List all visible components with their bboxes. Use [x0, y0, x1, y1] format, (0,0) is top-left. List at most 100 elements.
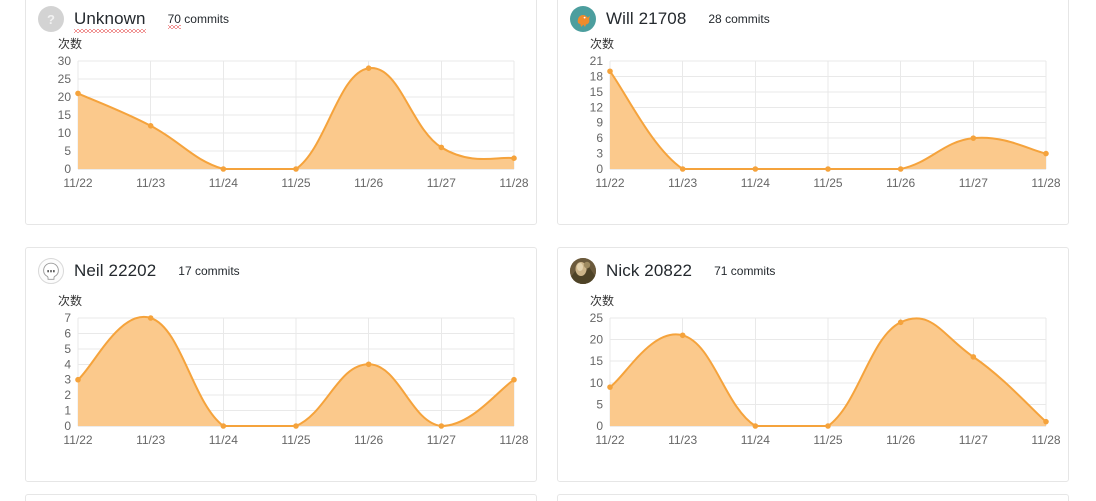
svg-text:4: 4: [64, 357, 71, 371]
svg-text:21: 21: [590, 54, 604, 68]
svg-text:11/28: 11/28: [1031, 433, 1060, 447]
commit-activity-chart: 0 5 10 15 20 25 11/22 11/23 11/24 11/25 11/26 11/27…: [590, 311, 1060, 447]
svg-text:0: 0: [596, 162, 603, 176]
chart-container: 次数 0 5 10 15 20 25 30 11/22 11/23 11/24 11/25 11/26…: [26, 37, 536, 193]
commit-count-unit: commits: [184, 12, 229, 26]
svg-text:11/25: 11/25: [813, 433, 842, 447]
svg-text:11/26: 11/26: [886, 433, 915, 447]
y-axis-title: 次数: [590, 294, 615, 308]
svg-text:11/26: 11/26: [886, 176, 915, 190]
svg-text:11/24: 11/24: [741, 176, 770, 190]
chart-container: 次数 0 3 6 9 12 15 18 21 11/22 11/23 11/24 11/25 11/26…: [558, 37, 1068, 193]
svg-text:3: 3: [64, 373, 71, 387]
y-axis-title: 次数: [58, 294, 83, 308]
bird-avatar[interactable]: [570, 6, 596, 32]
svg-text:11/25: 11/25: [281, 176, 310, 190]
svg-text:11/26: 11/26: [354, 176, 383, 190]
chart-container: 次数 0 1 2 3 4 5 6 7 11/22 11/23 11/24 11/25 11/26 11/2…: [26, 294, 536, 450]
question-mark-icon: ?: [47, 12, 55, 27]
svg-text:11/22: 11/22: [63, 176, 92, 190]
svg-text:?: ?: [47, 12, 55, 27]
svg-text:20: 20: [590, 333, 604, 347]
svg-text:9: 9: [596, 116, 603, 130]
svg-text:11/23: 11/23: [668, 176, 697, 190]
svg-text:6: 6: [596, 131, 603, 145]
contributor-card[interactable]: Neil 22202 17 commits 次数 0 1 2 3 4 5 6 7 11/22 11…: [25, 247, 537, 482]
author-name[interactable]: Nick 20822: [606, 261, 692, 281]
commit-count-number: 28: [708, 12, 722, 26]
contributor-card[interactable]: ? Unknown 70 commits 次数 0 5 10 15 20 25 30 11/2…: [25, 0, 537, 225]
commit-count-number: 17: [178, 264, 192, 278]
svg-text:25: 25: [590, 311, 604, 325]
svg-text:11/27: 11/27: [427, 433, 456, 447]
commit-activity-chart: 0 5 10 15 20 25 30 11/22 11/23 11/24 11/25 11/26 11/…: [58, 54, 528, 190]
svg-text:10: 10: [58, 126, 72, 140]
svg-text:15: 15: [58, 108, 72, 122]
svg-text:11/22: 11/22: [595, 433, 624, 447]
commit-count-number: 70: [167, 12, 182, 29]
svg-text:11/25: 11/25: [281, 433, 310, 447]
svg-text:0: 0: [596, 419, 603, 433]
commit-count-number: 71: [714, 264, 728, 278]
y-axis-title: 次数: [58, 37, 83, 51]
unknown-avatar[interactable]: ?: [38, 6, 64, 32]
svg-text:11/22: 11/22: [595, 176, 624, 190]
svg-text:11/27: 11/27: [959, 433, 988, 447]
face-sketch-icon: [43, 262, 59, 280]
commit-activity-chart: 01 23 45 67 11/22 11/23 11/24 11/25 11/26 11/27 11…: [63, 311, 528, 447]
svg-text:5: 5: [64, 144, 71, 158]
photo-icon: [570, 258, 596, 284]
author-name[interactable]: Neil 22202: [74, 261, 156, 281]
svg-text:2: 2: [64, 388, 71, 402]
face-sketch-avatar[interactable]: [38, 258, 64, 284]
card-header: ? Unknown 70 commits: [26, 0, 536, 33]
commit-count-unit: commits: [194, 264, 240, 278]
svg-text:11/23: 11/23: [668, 433, 697, 447]
svg-text:11/24: 11/24: [741, 433, 770, 447]
chart-container: 次数 0 5 10 15 20 25 11/22 11/23 11/24 11/25 11/26 11…: [558, 294, 1068, 450]
svg-text:11/23: 11/23: [136, 433, 165, 447]
svg-text:20: 20: [58, 90, 72, 104]
card-header: Neil 22202 17 commits: [26, 248, 536, 284]
svg-text:10: 10: [590, 376, 604, 390]
contributor-card[interactable]: Will 21708 28 commits 次数 0 3 6 9 12 15 18 21 11/…: [557, 0, 1069, 225]
commit-count-unit: commits: [725, 12, 770, 26]
commit-count-unit: commits: [730, 264, 776, 278]
card-header: Nick 20822 71 commits: [558, 248, 1068, 284]
svg-text:11/25: 11/25: [813, 176, 842, 190]
svg-text:11/26: 11/26: [354, 433, 383, 447]
commit-count-label: 17 commits: [178, 264, 239, 278]
author-name[interactable]: Unknown: [74, 9, 146, 33]
svg-text:6: 6: [64, 326, 71, 340]
commit-count-label: 28 commits: [708, 12, 769, 26]
svg-text:3: 3: [596, 147, 603, 161]
svg-text:11/22: 11/22: [63, 433, 92, 447]
svg-text:11/23: 11/23: [136, 176, 165, 190]
author-name[interactable]: Will 21708: [606, 9, 686, 29]
svg-text:15: 15: [590, 85, 604, 99]
svg-text:12: 12: [590, 100, 604, 114]
commit-activity-dashboard: ? Unknown 70 commits 次数 0 5 10 15 20 25 30 11/2…: [0, 0, 1096, 501]
svg-text:25: 25: [58, 72, 72, 86]
commit-activity-chart: 03 69 1215 1821 11/22 11/23 11/24 11/25 11/26 11/…: [590, 54, 1060, 190]
contributor-card[interactable]: [25, 494, 537, 501]
contributor-card[interactable]: [557, 494, 1069, 501]
photo-avatar[interactable]: [570, 258, 596, 284]
card-header: Will 21708 28 commits: [558, 0, 1068, 32]
svg-text:15: 15: [590, 354, 604, 368]
author-name-text: Nick 20822: [606, 261, 693, 280]
svg-text:11/27: 11/27: [427, 176, 456, 190]
svg-text:18: 18: [590, 69, 604, 83]
svg-text:5: 5: [64, 342, 71, 356]
contributor-card[interactable]: Nick 20822 71 commits 次数 0 5 10 15 20 25 11/22…: [557, 247, 1069, 482]
svg-text:30: 30: [58, 54, 72, 68]
svg-text:0: 0: [64, 162, 71, 176]
author-name-text: Neil 22202: [74, 261, 157, 280]
svg-text:11/27: 11/27: [959, 176, 988, 190]
svg-text:0: 0: [64, 419, 71, 433]
y-axis-title: 次数: [590, 37, 615, 51]
svg-text:1: 1: [64, 404, 71, 418]
commit-count-label: 71 commits: [714, 264, 775, 278]
svg-text:11/24: 11/24: [209, 433, 238, 447]
svg-text:11/28: 11/28: [499, 433, 528, 447]
